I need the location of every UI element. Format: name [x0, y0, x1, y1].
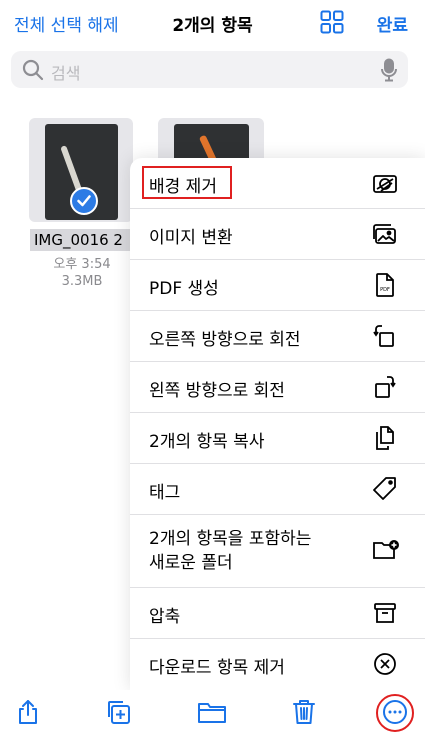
- menu-item-label: 왼쪽 방향으로 회전: [149, 381, 285, 401]
- svg-text:PDF: PDF: [380, 287, 390, 293]
- page-title: 2개의 항목: [172, 16, 253, 36]
- trash-icon[interactable]: [290, 698, 318, 726]
- rotate-right-icon: [372, 323, 398, 349]
- menu-item-label: 이미지 변환: [149, 228, 233, 248]
- menu-item-label: 배경 제거: [149, 177, 217, 197]
- file-name[interactable]: IMG_0016 2: [30, 229, 134, 251]
- menu-item-label: PDF 생성: [149, 279, 219, 299]
- archive-icon: [372, 600, 398, 626]
- folder-icon[interactable]: [197, 698, 226, 726]
- tag-icon: [372, 476, 398, 502]
- new-folder-icon: [372, 537, 399, 563]
- menu-item-rotate-left[interactable]: 왼쪽 방향으로 회전: [130, 362, 425, 413]
- menu-item-label: 오른쪽 방향으로 회전: [149, 330, 301, 350]
- menu-item-new-folder[interactable]: 2개의 항목을 포함하는 새로운 폴더: [130, 515, 425, 588]
- menu-item-copy[interactable]: 2개의 항목 복사: [130, 413, 425, 464]
- grid-icon[interactable]: [320, 10, 344, 34]
- file-size: 3.3MB: [61, 274, 103, 289]
- share-icon[interactable]: [14, 698, 42, 726]
- menu-item-rotate-right[interactable]: 오른쪽 방향으로 회전: [130, 311, 425, 362]
- file-thumbnail[interactable]: [29, 118, 133, 222]
- done-button[interactable]: 완료: [377, 11, 408, 36]
- rotate-left-icon: [372, 374, 398, 400]
- menu-item-compress[interactable]: 압축: [130, 588, 425, 639]
- checkmark-icon: [70, 187, 98, 215]
- copy-icon: [372, 425, 398, 451]
- menu-item-label: 2개의 항목 복사: [149, 432, 265, 452]
- menu-item-label: 태그: [149, 483, 181, 503]
- mic-icon[interactable]: [380, 58, 398, 82]
- search-field[interactable]: 검색: [11, 51, 408, 88]
- search-placeholder: 검색: [51, 64, 81, 83]
- duplicate-icon[interactable]: [104, 698, 132, 726]
- menu-item-label: 다운로드 항목 제거: [149, 658, 285, 678]
- menu-item-convert-image[interactable]: 이미지 변환: [130, 209, 425, 260]
- menu-item-tag[interactable]: 태그: [130, 464, 425, 515]
- convert-image-icon: [372, 222, 398, 248]
- navigation-bar: 전체 선택 해제 2개의 항목 완료: [0, 0, 425, 46]
- pdf-icon: PDF: [372, 272, 398, 298]
- menu-item-label: 압축: [149, 607, 181, 627]
- menu-item-label: 2개의 항목을 포함하는 새로운 폴더: [149, 529, 312, 573]
- file-time: 오후 3:54: [53, 257, 111, 272]
- more-highlight-ring: [376, 694, 414, 732]
- menu-item-create-pdf[interactable]: PDF 생성 PDF: [130, 260, 425, 311]
- search-icon: [22, 59, 44, 81]
- menu-item-remove-background[interactable]: 배경 제거: [130, 158, 425, 209]
- context-menu: 배경 제거 이미지 변환 PDF 생성 PDF 오른쪽 방향으로 회전 왼쪽 방…: [130, 158, 425, 690]
- remove-download-icon: [372, 651, 398, 677]
- remove-background-icon: [372, 171, 398, 197]
- bottom-toolbar: [0, 690, 425, 733]
- menu-item-remove-download[interactable]: 다운로드 항목 제거: [130, 639, 425, 690]
